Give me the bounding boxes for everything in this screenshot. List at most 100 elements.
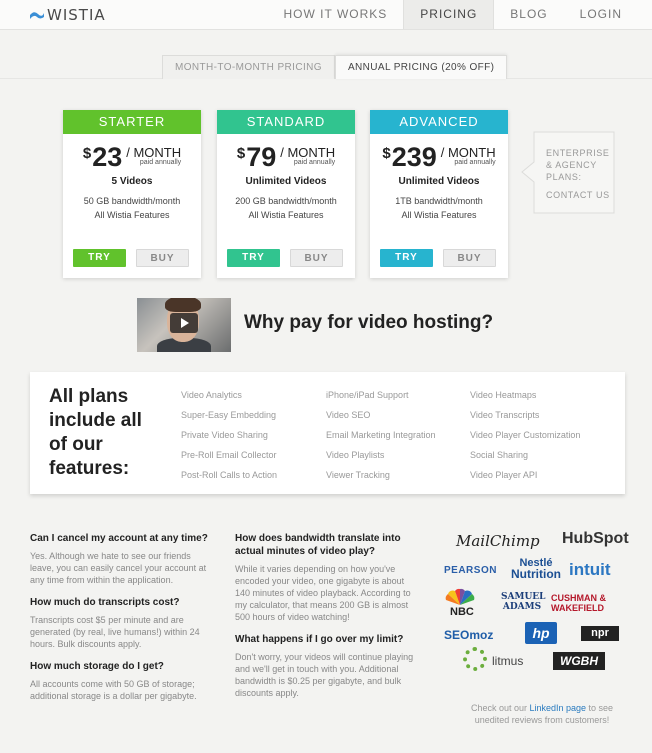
faq-question: How much do transcripts cost? (30, 597, 180, 608)
reviews-text-before: Check out our (470, 703, 530, 713)
faq-question: How does bandwidth translate into actual… (235, 533, 401, 557)
plan-videos: 5 Videos (111, 176, 153, 187)
nav-login[interactable]: LOGIN (564, 0, 638, 29)
nav-how-it-works[interactable]: HOW IT WORKS (268, 0, 404, 29)
price-period-label: / MONTH (280, 145, 336, 160)
features-column-2: iPhone/iPad Support Video SEO Email Mark… (326, 390, 436, 490)
faq-answer: Don't worry, your videos will continue p… (235, 652, 414, 698)
faq-question: Can I cancel my account at any time? (30, 533, 208, 544)
plan-videos: Unlimited Videos (398, 176, 480, 187)
feature-item: Pre-Roll Email Collector (181, 450, 277, 460)
litmus-logo: litmus (492, 654, 524, 668)
faq-question: How much storage do I get? (30, 661, 164, 672)
tab-month-to-month[interactable]: MONTH-TO-MONTH PRICING (162, 55, 335, 79)
play-icon[interactable] (170, 313, 198, 333)
logo-text: WISTIA (47, 6, 106, 24)
feature-item: Video Analytics (181, 390, 242, 400)
plan-card-advanced: ADVANCED $ 239 / MONTH paid annually Unl… (370, 110, 508, 278)
plan-card-starter: STARTER $ 23 / MONTH paid annually 5 Vid… (63, 110, 201, 278)
feature-item: Viewer Tracking (326, 470, 390, 480)
linkedin-page-link[interactable]: LinkedIn page (529, 703, 586, 713)
enterprise-line-2: & AGENCY (546, 160, 597, 170)
wistia-logo[interactable]: WISTIA (30, 6, 106, 24)
feature-item: Video Player API (470, 470, 538, 480)
currency-symbol: $ (382, 145, 391, 162)
enterprise-label: ENTERPRISE & AGENCY PLANS: (546, 147, 610, 183)
features-title: All plans include all of our features: (49, 386, 142, 479)
enterprise-line-1: ENTERPRISE (546, 148, 610, 158)
video-thumbnail[interactable] (137, 298, 231, 352)
plan-bandwidth: 1TB bandwidth/month (395, 196, 483, 206)
nestle-nutrition-logo: Nestlé Nutrition (511, 558, 561, 581)
billing-note: paid annually (454, 159, 496, 166)
enterprise-contact-card[interactable]: ENTERPRISE & AGENCY PLANS: CONTACT US (520, 130, 616, 215)
buy-button[interactable]: BUY (290, 249, 343, 267)
feature-item: Video SEO (326, 410, 371, 420)
price-period: / MONTH paid annually (441, 144, 496, 166)
price-period-label: / MONTH (440, 145, 496, 160)
video-title[interactable]: Why pay for video hosting? (244, 312, 493, 334)
currency-symbol: $ (236, 145, 246, 162)
feature-item: Video Heatmaps (470, 390, 537, 400)
presenter-hair (165, 298, 201, 312)
price-amount: 23 (92, 142, 123, 172)
faq-answer: All accounts come with 50 GB of storage;… (30, 679, 197, 701)
plan-buttons: TRY BUY (73, 249, 189, 267)
nav-pricing[interactable]: PRICING (403, 0, 495, 29)
buy-button[interactable]: BUY (136, 249, 189, 267)
pricing-tabs: MONTH-TO-MONTH PRICING ANNUAL PRICING (2… (162, 55, 508, 79)
plan-bandwidth: 200 GB bandwidth/month (235, 196, 337, 206)
feature-item: Video Playlists (326, 450, 385, 460)
price-period: / MONTH paid annually (280, 144, 335, 166)
faq-column-left: Can I cancel my account at any time? Yes… (30, 532, 215, 712)
plan-name: STARTER (63, 110, 201, 134)
plan-price: $ 239 / MONTH paid annually (370, 144, 508, 174)
faq-answer: While it varies depending on how you've … (235, 564, 411, 622)
faq-answer: Yes. Although we hate to see our friends… (30, 551, 207, 585)
litmus-icon (463, 647, 487, 671)
price-amount: 79 (246, 142, 277, 172)
billing-note: paid annually (293, 159, 336, 166)
tab-annual[interactable]: ANNUAL PRICING (20% OFF) (334, 55, 508, 79)
plan-features: All Wistia Features (94, 210, 170, 220)
currency-symbol: $ (82, 145, 92, 162)
price-period-label: / MONTH (126, 145, 182, 160)
price-amount: 239 (391, 142, 437, 172)
plan-videos: Unlimited Videos (245, 176, 327, 187)
plan-price: $ 79 / MONTH paid annually (217, 144, 355, 174)
nestle-logo-bottom: Nutrition (511, 567, 561, 581)
price-period: / MONTH paid annually (126, 144, 181, 166)
feature-item: iPhone/iPad Support (326, 390, 409, 400)
feature-item: Social Sharing (470, 450, 529, 460)
feature-item: Video Player Customization (470, 430, 581, 440)
features-column-3: Video Heatmaps Video Transcripts Video P… (470, 390, 580, 490)
seomoz-logo: SEOmoz (444, 628, 494, 642)
intuit-logo: intuit (569, 560, 611, 579)
buy-button[interactable]: BUY (443, 249, 496, 267)
cushman-wakefield-logo: CUSHMAN & WAKEFIELD (551, 593, 606, 613)
wakefield-line: WAKEFIELD (551, 603, 604, 613)
plan-price: $ 23 / MONTH paid annually (63, 144, 201, 174)
mailchimp-logo: MailChimp (456, 532, 540, 550)
faq-question: What happens if I go over my limit? (235, 634, 404, 645)
faq-answer: Transcripts cost $5 per minute and are g… (30, 615, 200, 649)
plan-features: All Wistia Features (401, 210, 477, 220)
contact-us-link[interactable]: CONTACT US (546, 190, 610, 200)
nbc-logo: NBC (450, 606, 474, 618)
nav-blog[interactable]: BLOG (494, 0, 563, 29)
features-panel: All plans include all of our features: V… (30, 372, 625, 494)
plan-card-standard: STANDARD $ 79 / MONTH paid annually Unli… (217, 110, 355, 278)
hubspot-logo: HubSpot (562, 530, 629, 547)
wgbh-logo: WGBH (553, 652, 605, 670)
plan-name: STANDARD (217, 110, 355, 134)
billing-note: paid annually (139, 159, 182, 166)
enterprise-line-3: PLANS: (546, 172, 582, 182)
hp-logo: hp (525, 622, 557, 644)
try-button[interactable]: TRY (380, 249, 433, 267)
try-button[interactable]: TRY (227, 249, 280, 267)
try-button[interactable]: TRY (73, 249, 126, 267)
top-navigation-bar: WISTIA HOW IT WORKS PRICING BLOG LOGIN (0, 0, 652, 30)
plan-buttons: TRY BUY (380, 249, 496, 267)
cushman-line: CUSHMAN & (551, 593, 606, 603)
plan-features: All Wistia Features (248, 210, 324, 220)
